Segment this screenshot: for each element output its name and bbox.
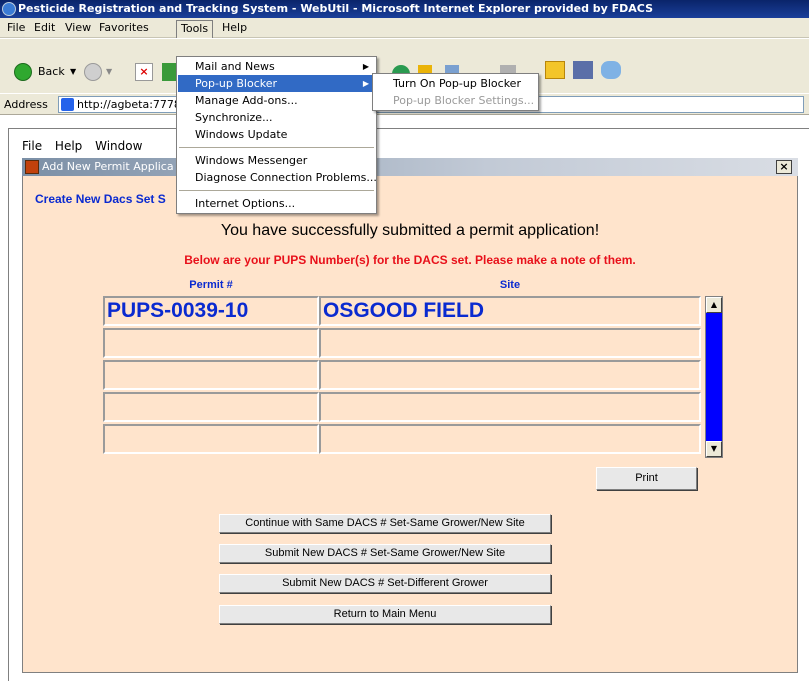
print-button[interactable]: Print — [596, 467, 697, 490]
back-arrow-icon[interactable] — [14, 63, 32, 81]
app-menu-file[interactable]: File — [22, 139, 42, 153]
menu-tools[interactable]: Tools — [176, 20, 214, 38]
popup-blocker-submenu: Turn On Pop-up Blocker Pop-up Blocker Se… — [372, 73, 539, 111]
app-menubar: File Help Window — [22, 139, 151, 155]
submenu-arrow-icon: ▶ — [362, 62, 369, 71]
menu-separator — [179, 190, 374, 191]
app-window-icon — [25, 160, 39, 174]
folder-icon[interactable] — [545, 61, 565, 79]
child-window-title: Add New Permit Applica — [42, 160, 174, 173]
permit-value: PUPS-0039-10 — [107, 299, 249, 322]
scroll-thumb[interactable] — [706, 313, 722, 441]
tools-dropdown-menu: Mail and News ▶ Pop-up Blocker ▶ Manage Ad… — [176, 56, 377, 214]
site-cell[interactable]: OSGOOD FIELD — [319, 296, 701, 326]
close-icon[interactable]: × — [776, 160, 792, 174]
menu-file[interactable]: File — [3, 20, 29, 36]
page-icon — [61, 98, 74, 111]
scroll-up-icon[interactable]: ▲ — [706, 297, 722, 313]
menu-help[interactable]: Help — [218, 20, 251, 36]
section-title: Create New Dacs Set S — [35, 192, 166, 206]
menu-favorites[interactable]: Favorites — [95, 20, 153, 36]
continue-same-set-button[interactable]: Continue with Same DACS # Set-Same Growe… — [219, 514, 551, 533]
forward-dropdown-icon[interactable]: ▼ — [106, 67, 112, 76]
menu-view[interactable]: View — [61, 20, 95, 36]
menu-item-windows-update[interactable]: Windows Update — [178, 126, 375, 143]
site-value: OSGOOD FIELD — [323, 299, 485, 322]
address-label: Address — [4, 98, 48, 111]
menu-item-popup-blocker[interactable]: Pop-up Blocker ▶ — [178, 75, 375, 92]
submit-new-set-different-grower-button[interactable]: Submit New DACS # Set-Different Grower — [219, 574, 551, 593]
permit-cell[interactable]: PUPS-0039-10 — [103, 296, 319, 326]
return-main-menu-button[interactable]: Return to Main Menu — [219, 605, 551, 624]
back-dropdown-icon[interactable]: ▼ — [70, 67, 76, 76]
site-cell[interactable] — [319, 392, 701, 422]
permit-cell[interactable] — [103, 328, 319, 358]
refresh-icon[interactable] — [162, 63, 176, 81]
site-cell[interactable] — [319, 328, 701, 358]
back-button-label[interactable]: Back — [38, 65, 65, 78]
menu-item-internet-options[interactable]: Internet Options... — [178, 195, 375, 212]
menu-separator — [179, 147, 374, 148]
grid-scrollbar[interactable]: ▲ ▼ — [705, 296, 723, 458]
menu-item-popup-blocker-settings: Pop-up Blocker Settings... — [393, 94, 535, 107]
menu-item-windows-messenger[interactable]: Windows Messenger — [178, 152, 375, 169]
submit-new-set-same-grower-button[interactable]: Submit New DACS # Set-Same Grower/New Si… — [219, 544, 551, 563]
app-menu-window[interactable]: Window — [95, 139, 142, 153]
site-cell[interactable] — [319, 424, 701, 454]
success-message: You have successfully submitted a permit… — [220, 222, 600, 239]
menu-item-label: Pop-up Blocker — [195, 77, 278, 90]
ie-logo-icon — [2, 2, 16, 16]
messenger-icon[interactable] — [601, 61, 621, 79]
menu-item-mail-news[interactable]: Mail and News ▶ — [178, 58, 375, 75]
pups-note: Below are your PUPS Number(s) for the DA… — [184, 253, 636, 267]
window-titlebar: Pesticide Registration and Tracking Syst… — [0, 0, 809, 18]
menu-edit[interactable]: Edit — [30, 20, 59, 36]
stop-icon[interactable]: × — [135, 63, 153, 81]
menu-item-diagnose-connection[interactable]: Diagnose Connection Problems... — [178, 169, 377, 186]
scroll-down-icon[interactable]: ▼ — [706, 441, 722, 457]
forward-arrow-icon[interactable] — [84, 63, 102, 81]
browser-menubar: File Edit View Favorites Tools Help — [0, 18, 809, 38]
window-title: Pesticide Registration and Tracking Syst… — [18, 2, 654, 15]
column-header-permit: Permit # — [189, 279, 233, 291]
research-icon[interactable] — [573, 61, 593, 79]
permit-grid: PUPS-0039-10 OSGOOD FIELD — [103, 296, 702, 458]
menu-item-turn-on-popup-blocker[interactable]: Turn On Pop-up Blocker — [374, 75, 537, 92]
address-value: http://agbeta:7778, — [77, 98, 185, 111]
site-cell[interactable] — [319, 360, 701, 390]
permit-cell[interactable] — [103, 392, 319, 422]
permit-cell[interactable] — [103, 424, 319, 454]
submenu-arrow-icon: ▶ — [362, 79, 369, 88]
menu-item-synchronize[interactable]: Synchronize... — [178, 109, 375, 126]
menu-item-label: Mail and News — [195, 60, 275, 73]
permit-cell[interactable] — [103, 360, 319, 390]
column-header-site: Site — [499, 279, 521, 291]
child-window-titlebar: Add New Permit Applica — [22, 158, 798, 176]
menu-item-manage-addons[interactable]: Manage Add-ons... — [178, 92, 375, 109]
app-menu-help[interactable]: Help — [55, 139, 82, 153]
